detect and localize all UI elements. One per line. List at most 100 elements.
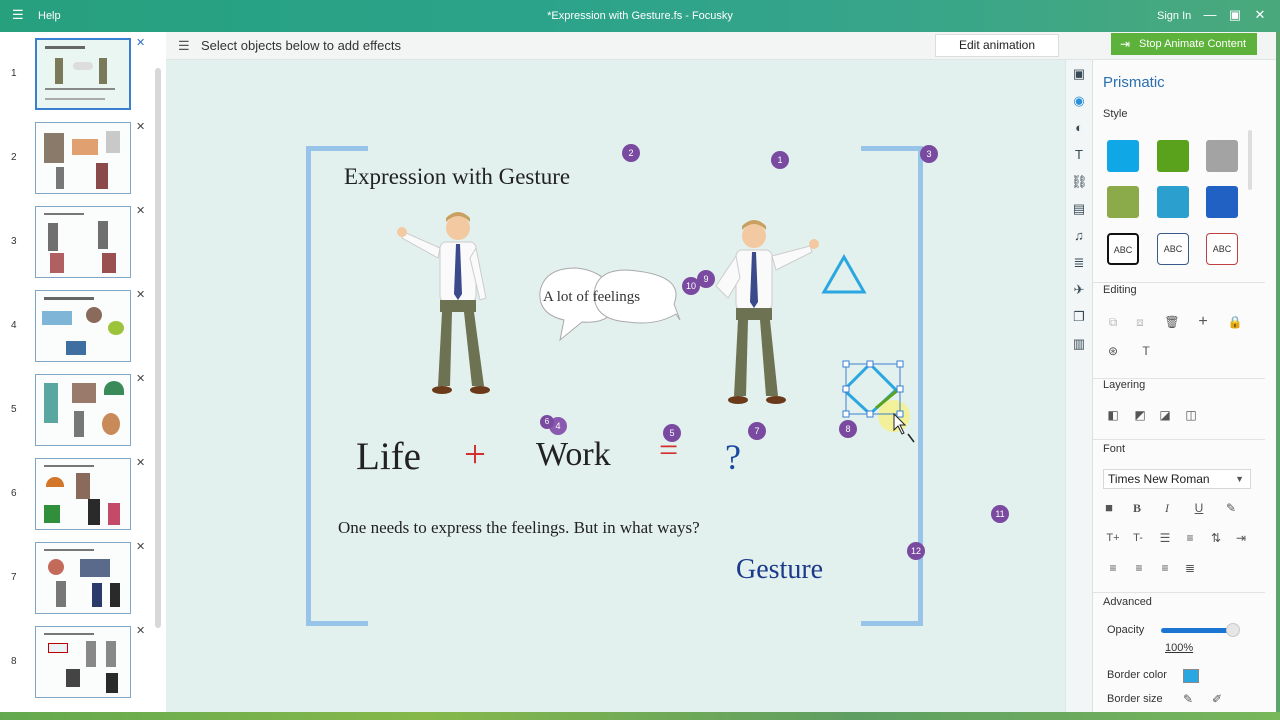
style-swatch[interactable] <box>1206 140 1238 172</box>
align-left-icon[interactable]: ≡ <box>1103 558 1123 578</box>
thumbnail-image[interactable] <box>35 206 131 278</box>
layers-stack-icon[interactable]: ≣ <box>1071 255 1087 271</box>
animation-badge[interactable]: 5 <box>663 424 681 442</box>
align-justify-icon[interactable]: ≣ <box>1180 558 1200 578</box>
lock-icon[interactable]: 🔒 <box>1225 312 1245 332</box>
decrease-font-icon[interactable]: T- <box>1128 528 1148 548</box>
thumbnail-close-icon[interactable]: ✕ <box>136 372 145 385</box>
text-style-abc-red[interactable]: ABC <box>1206 233 1238 265</box>
thumbnail-scrollbar[interactable] <box>155 68 161 628</box>
maximize-icon[interactable]: ▣ <box>1227 7 1243 23</box>
align-right-icon[interactable]: ≡ <box>1155 558 1175 578</box>
animation-badge[interactable]: 7 <box>748 422 766 440</box>
format-painter-icon[interactable]: ✎ <box>1221 498 1241 518</box>
animation-badge[interactable]: 11 <box>991 505 1009 523</box>
delete-icon[interactable]: 🗑 <box>1162 312 1182 332</box>
airplane-icon[interactable]: ✈ <box>1071 282 1087 298</box>
add-icon[interactable]: + <box>1193 312 1213 332</box>
thumbnail-close-icon[interactable]: ✕ <box>136 456 145 469</box>
align-center-icon[interactable]: ≡ <box>1129 558 1149 578</box>
style-swatch[interactable] <box>1206 186 1238 218</box>
font-family-select[interactable]: Times New Roman ▼ <box>1103 469 1251 489</box>
minimize-icon[interactable]: — <box>1202 7 1218 23</box>
text-edit-icon[interactable]: T <box>1136 341 1156 361</box>
stop-animate-content-button[interactable]: ⇥ Stop Animate Content <box>1111 33 1257 55</box>
plus-sign[interactable]: + <box>464 432 486 477</box>
animation-badge[interactable]: 6 <box>540 415 554 429</box>
style-scrollbar[interactable] <box>1248 130 1252 190</box>
slide-thumbnail[interactable]: 7 ✕ <box>0 538 160 618</box>
thumbnail-close-icon[interactable]: ✕ <box>136 288 145 301</box>
question-mark[interactable]: ? <box>725 436 741 478</box>
slide-thumbnail[interactable]: 1 ✕ <box>0 34 160 114</box>
text-style-abc-black[interactable]: ABC <box>1107 233 1139 265</box>
style-swatch[interactable] <box>1107 186 1139 218</box>
border-color-picker[interactable] <box>1183 669 1199 683</box>
opacity-value[interactable]: 100% <box>1165 642 1193 654</box>
music-icon[interactable]: ♫ <box>1071 228 1087 244</box>
bullet-list-icon[interactable]: ☰ <box>1155 528 1175 548</box>
slide-thumbnail[interactable]: 3 ✕ <box>0 202 160 282</box>
life-text[interactable]: Life <box>356 434 421 479</box>
layout-icon[interactable]: ▥ <box>1071 336 1087 352</box>
thumbnail-image[interactable] <box>35 626 131 698</box>
slide-thumbnail[interactable]: 5 ✕ <box>0 370 160 450</box>
image-icon[interactable]: ▣ <box>1071 66 1087 82</box>
thumbnail-close-icon[interactable]: ✕ <box>136 120 145 133</box>
close-icon[interactable]: ✕ <box>1252 7 1268 23</box>
animation-badge[interactable]: 12 <box>907 542 925 560</box>
sign-in-link[interactable]: Sign In <box>1157 10 1191 22</box>
thumbnail-image[interactable] <box>35 374 131 446</box>
opacity-slider-thumb[interactable] <box>1226 623 1240 637</box>
thumbnail-close-icon[interactable]: ✕ <box>136 624 145 637</box>
ungroup-icon[interactable]: ⧈ <box>1130 312 1150 332</box>
indent-icon[interactable]: ⇥ <box>1231 528 1251 548</box>
gesture-text[interactable]: Gesture <box>736 554 823 586</box>
style-swatch[interactable] <box>1157 186 1189 218</box>
thumbnail-close-icon[interactable]: ✕ <box>136 540 145 553</box>
numbered-list-icon[interactable]: ≡ <box>1180 528 1200 548</box>
thumbnail-image[interactable] <box>35 38 131 110</box>
body-sentence[interactable]: One needs to express the feelings. But i… <box>338 518 700 538</box>
thumbnail-image[interactable] <box>35 458 131 530</box>
man-pointing-left-image[interactable] <box>394 208 504 402</box>
underline-icon[interactable]: U <box>1189 498 1209 518</box>
slide-thumbnail[interactable]: 2 ✕ <box>0 118 160 198</box>
italic-icon[interactable]: I <box>1157 498 1177 518</box>
bring-to-front-icon[interactable]: ◧ <box>1103 405 1123 425</box>
send-backward-icon[interactable]: ◪ <box>1155 405 1175 425</box>
pen-style-icon[interactable]: ✐ <box>1207 689 1227 709</box>
shape-icon[interactable]: ◉ <box>1071 93 1087 109</box>
work-text[interactable]: Work <box>536 436 611 474</box>
thumbnail-image[interactable] <box>35 542 131 614</box>
send-to-back-icon[interactable]: ◫ <box>1181 405 1201 425</box>
replace-icon[interactable]: ⊛ <box>1103 341 1123 361</box>
left-bracket[interactable] <box>306 146 368 626</box>
animation-badge[interactable]: 10 <box>682 277 700 295</box>
slide-thumbnail[interactable]: 6 ✕ <box>0 454 160 534</box>
increase-font-icon[interactable]: T+ <box>1103 528 1123 548</box>
animation-badge[interactable]: 8 <box>839 420 857 438</box>
style-swatch[interactable] <box>1157 140 1189 172</box>
edit-animation-button[interactable]: Edit animation <box>935 34 1059 57</box>
bold-icon[interactable]: B <box>1127 498 1147 518</box>
thumbnail-close-icon[interactable]: ✕ <box>136 204 145 217</box>
slide-frame[interactable]: Expression with Gesture A lot of feeling… <box>306 146 923 626</box>
text-color-icon[interactable]: ■ <box>1099 498 1119 518</box>
animation-badge[interactable]: 1 <box>771 151 789 169</box>
style-swatch[interactable] <box>1107 140 1139 172</box>
copy-icon[interactable]: ❐ <box>1071 309 1087 325</box>
link-icon[interactable]: ⛓ <box>1071 174 1088 190</box>
opacity-slider-track[interactable] <box>1161 628 1235 633</box>
thumbnail-close-icon[interactable]: ✕ <box>136 36 145 49</box>
compass-icon[interactable]: ◐ <box>1071 120 1087 136</box>
line-spacing-icon[interactable]: ⇅ <box>1206 528 1226 548</box>
animation-badge[interactable]: 2 <box>622 144 640 162</box>
speech-bubble-text[interactable]: A lot of feelings <box>543 289 640 306</box>
slide-thumbnail[interactable]: 8 ✕ <box>0 622 160 702</box>
thumbnail-image[interactable] <box>35 122 131 194</box>
pen-icon[interactable]: ✎ <box>1178 689 1198 709</box>
triangle-shape[interactable] <box>820 254 868 296</box>
slide-thumbnail[interactable]: 4 ✕ <box>0 286 160 366</box>
thumbnail-image[interactable] <box>35 290 131 362</box>
